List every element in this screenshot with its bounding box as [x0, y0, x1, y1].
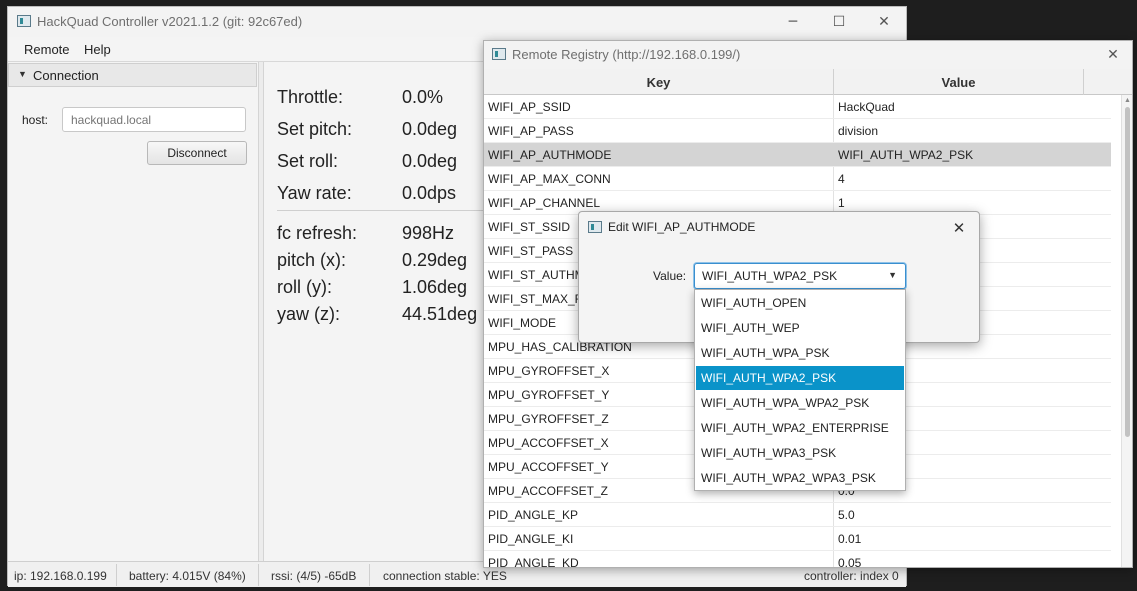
row-value: WIFI_AUTH_WPA2_PSK	[838, 148, 974, 162]
telemetry-separator	[277, 210, 487, 211]
authmode-dropdown-list: WIFI_AUTH_OPEN WIFI_AUTH_WEP WIFI_AUTH_WPA…	[694, 289, 906, 491]
main-titlebar[interactable]: HackQuad Controller v2021.1.2 (git: 92c6…	[8, 7, 906, 37]
roll-value: 1.06deg	[402, 277, 468, 297]
set-roll-value: 0.0deg	[402, 151, 458, 171]
row-key: MPU_ACCOFFSET_Y	[488, 460, 609, 474]
value-label: Value:	[653, 269, 687, 283]
app-icon	[492, 48, 506, 60]
set-pitch-label: Set pitch:	[277, 119, 353, 139]
pitch-label: pitch (x):	[277, 250, 347, 270]
app-icon	[588, 221, 602, 233]
chevron-down-icon[interactable]: ▼	[888, 270, 897, 280]
row-key: WIFI_ST_PASS	[488, 244, 574, 258]
column-header-key[interactable]: Key	[484, 69, 834, 95]
dropdown-option[interactable]: WIFI_AUTH_WPA_WPA2_PSK	[696, 391, 904, 415]
row-value: 4	[838, 172, 845, 186]
status-ip: ip: 192.168.0.199	[14, 569, 107, 583]
yaw-label: yaw (z):	[277, 304, 340, 324]
scroll-up-icon[interactable]: ▲	[1124, 97, 1131, 104]
dropdown-option[interactable]: WIFI_AUTH_WEP	[696, 316, 904, 340]
edit-dialog-close-button[interactable]: ✕	[945, 215, 973, 241]
host-label: host:	[22, 113, 49, 127]
table-row[interactable]: PID_ANGLE_KP 5.0	[484, 503, 1111, 527]
table-row[interactable]: PID_ANGLE_KI 0.01	[484, 527, 1111, 551]
host-input[interactable]	[62, 107, 246, 132]
dropdown-option[interactable]: WIFI_AUTH_WPA_PSK	[696, 341, 904, 365]
connection-pane: ▼ Connection host: Disconnect	[8, 62, 258, 561]
window-title: HackQuad Controller v2021.1.2 (git: 92c6…	[37, 14, 303, 29]
yaw-value: 44.51deg	[402, 304, 478, 324]
collapse-arrow-icon: ▼	[18, 69, 27, 79]
row-key: MPU_GYROFFSET_X	[488, 364, 610, 378]
table-row[interactable]: WIFI_AP_SSID HackQuad	[484, 95, 1111, 119]
menu-help[interactable]: Help	[84, 42, 111, 57]
table-row[interactable]: WIFI_AP_PASS division	[484, 119, 1111, 143]
menu-remote[interactable]: Remote	[24, 42, 70, 57]
authmode-combo-box[interactable]: WIFI_AUTH_WPA2_PSK ▼	[694, 263, 906, 289]
status-divider	[116, 564, 117, 586]
dropdown-option[interactable]: WIFI_AUTH_WPA3_PSK	[696, 441, 904, 465]
set-roll-label: Set roll:	[277, 151, 339, 171]
combo-selected-value: WIFI_AUTH_WPA2_PSK	[702, 269, 838, 283]
row-key: WIFI_AP_AUTHMODE	[488, 148, 612, 162]
maximize-button[interactable]: ☐	[816, 7, 862, 37]
dropdown-option[interactable]: WIFI_AUTH_WPA2_PSK	[696, 366, 904, 390]
set-pitch-value: 0.0deg	[402, 119, 458, 139]
row-key: PID_ANGLE_KP	[488, 508, 579, 522]
roll-label: roll (y):	[277, 277, 332, 297]
status-divider	[369, 564, 370, 586]
yaw-rate-label: Yaw rate:	[277, 183, 352, 203]
dropdown-option[interactable]: WIFI_AUTH_WPA2_ENTERPRISE	[696, 416, 904, 440]
registry-close-button[interactable]: ✕	[1098, 41, 1128, 69]
row-key: WIFI_AP_MAX_CONN	[488, 172, 611, 186]
dropdown-option[interactable]: WIFI_AUTH_WPA2_WPA3_PSK	[696, 466, 904, 490]
registry-table-header: Key Value	[484, 69, 1132, 95]
registry-titlebar[interactable]: Remote Registry (http://192.168.0.199/) …	[484, 41, 1132, 69]
row-key: MPU_ACCOFFSET_Z	[488, 484, 609, 498]
edit-dialog-title: Edit WIFI_AP_AUTHMODE	[608, 220, 756, 234]
pitch-value: 0.29deg	[402, 250, 468, 270]
registry-scrollbar[interactable]: ▲	[1121, 95, 1132, 567]
row-value: division	[838, 124, 879, 138]
dropdown-option[interactable]: WIFI_AUTH_OPEN	[696, 291, 904, 315]
column-header-value[interactable]: Value	[834, 69, 1084, 95]
row-key: WIFI_MODE	[488, 316, 556, 330]
row-value: 0.01	[838, 532, 862, 546]
status-battery: battery: 4.015V (84%)	[129, 569, 246, 583]
connection-section-header[interactable]: ▼ Connection	[8, 63, 257, 87]
row-key: MPU_GYROFFSET_Z	[488, 412, 609, 426]
split-pane-divider[interactable]	[258, 62, 264, 561]
status-divider	[258, 564, 259, 586]
row-key: WIFI_AP_SSID	[488, 100, 571, 114]
status-rssi: rssi: (4/5) -65dB	[271, 569, 357, 583]
row-key: PID_ANGLE_KI	[488, 532, 574, 546]
fc-refresh-value: 998Hz	[402, 223, 455, 243]
table-row[interactable]: WIFI_AP_AUTHMODE WIFI_AUTH_WPA2_PSK	[484, 143, 1111, 167]
app-icon	[17, 15, 31, 27]
status-controller: controller: index 0	[804, 569, 899, 583]
close-button[interactable]: ✕	[861, 7, 907, 37]
minimize-button[interactable]: ─	[770, 7, 816, 37]
yaw-rate-value: 0.0dps	[402, 183, 457, 203]
fc-refresh-label: fc refresh:	[277, 223, 358, 243]
table-row[interactable]: PID_ANGLE_KD 0.05	[484, 551, 1111, 568]
disconnect-button[interactable]: Disconnect	[147, 141, 247, 165]
scrollbar-thumb[interactable]	[1125, 107, 1130, 437]
row-key: MPU_ACCOFFSET_X	[488, 436, 609, 450]
registry-title: Remote Registry (http://192.168.0.199/)	[512, 47, 741, 62]
row-key: WIFI_AP_PASS	[488, 124, 574, 138]
throttle-value: 0.0%	[402, 87, 444, 107]
row-key: MPU_GYROFFSET_Y	[488, 388, 610, 402]
row-value: 0.05	[838, 556, 862, 568]
status-connection: connection stable: YES	[383, 569, 507, 583]
row-key: PID_ANGLE_KD	[488, 556, 579, 568]
row-value: HackQuad	[838, 100, 895, 114]
table-row[interactable]: WIFI_AP_MAX_CONN 4	[484, 167, 1111, 191]
row-key: WIFI_ST_SSID	[488, 220, 571, 234]
connection-section-title: Connection	[33, 68, 99, 83]
row-value: 5.0	[838, 508, 855, 522]
throttle-label: Throttle:	[277, 87, 344, 107]
